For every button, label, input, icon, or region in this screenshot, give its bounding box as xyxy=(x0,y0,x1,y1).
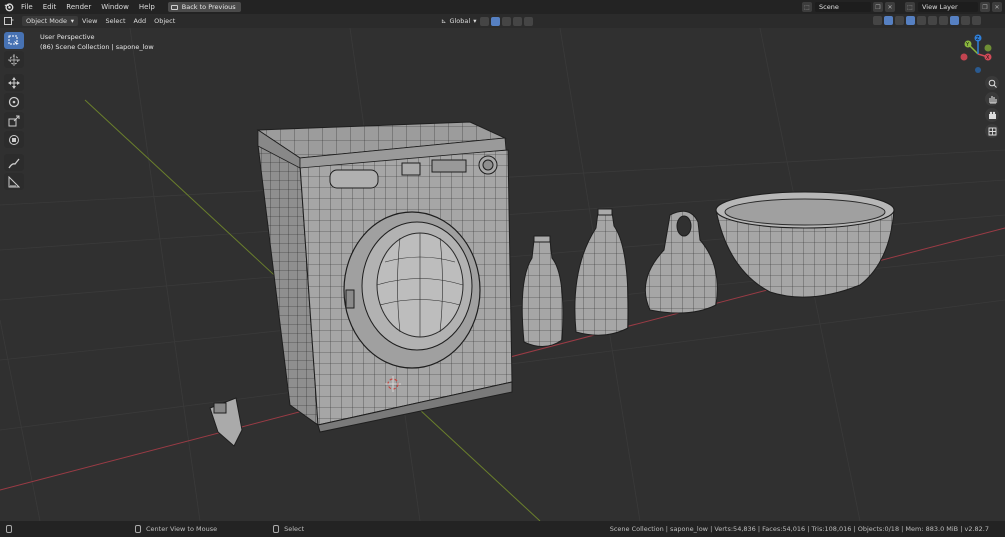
menu-edit[interactable]: Edit xyxy=(38,0,62,14)
scene-selector: ⬚ Scene ❐ ✕ xyxy=(800,2,895,12)
solid-shading-icon[interactable] xyxy=(950,16,959,25)
camera-object[interactable] xyxy=(209,397,243,447)
snap-toggle-icon[interactable] xyxy=(491,16,501,26)
move-icon xyxy=(8,76,20,89)
xray-icon[interactable] xyxy=(928,16,937,25)
viewport-canvas[interactable] xyxy=(0,28,1005,521)
annotate-tool[interactable] xyxy=(4,154,24,171)
overlay-menu-icon[interactable] xyxy=(917,16,926,25)
visibility-icon[interactable] xyxy=(873,16,882,25)
zoom-button[interactable] xyxy=(985,76,999,90)
menu-select[interactable]: Select xyxy=(101,16,129,26)
view-layer-name-field[interactable]: View Layer xyxy=(918,2,978,12)
camera-icon xyxy=(988,111,996,119)
basin-mesh[interactable] xyxy=(715,191,895,298)
back-to-previous-button[interactable]: Back to Previous xyxy=(167,2,241,12)
center-view-hint: Center View to Mouse xyxy=(146,525,218,533)
overlay-toggle-icon[interactable] xyxy=(906,16,915,25)
cursor-icon xyxy=(8,53,20,66)
menu-file[interactable]: File xyxy=(16,0,38,14)
select-box-tool[interactable] xyxy=(4,32,24,49)
mouse-middle-icon xyxy=(135,525,141,533)
proportional-edit-icon[interactable] xyxy=(513,16,523,26)
transform-icon xyxy=(9,134,19,145)
neg-x-handle[interactable] xyxy=(960,53,968,61)
menu-window[interactable]: Window xyxy=(96,0,134,14)
detergent-jug-mesh[interactable] xyxy=(574,208,629,336)
measure-icon xyxy=(8,175,20,187)
chevron-down-icon: ▾ xyxy=(473,17,477,25)
zoom-icon xyxy=(988,79,997,88)
scale-tool[interactable] xyxy=(4,112,24,129)
menu-view[interactable]: View xyxy=(78,16,101,26)
material-shading-icon[interactable] xyxy=(961,16,970,25)
z-axis-label: Z xyxy=(976,36,980,42)
rendered-shading-icon[interactable] xyxy=(972,16,981,25)
editor-type-icon xyxy=(4,17,14,25)
cursor-tool[interactable] xyxy=(4,51,24,68)
blender-logo-icon[interactable] xyxy=(2,0,16,14)
snap-target-icon[interactable] xyxy=(502,16,512,26)
collection-label: (86) Scene Collection | sapone_low xyxy=(40,43,154,51)
neg-y-handle[interactable] xyxy=(984,44,992,52)
menu-help[interactable]: Help xyxy=(134,0,160,14)
falloff-icon[interactable] xyxy=(524,16,534,26)
viewport-header: Object Mode ▾ View Select Add Object ⊾ G… xyxy=(0,14,1005,28)
orientation-dropdown[interactable]: ⊾ Global ▾ xyxy=(438,16,479,26)
scene-remove-icon[interactable]: ✕ xyxy=(885,2,895,12)
mouse-left-icon xyxy=(273,525,280,533)
screen-icon xyxy=(170,4,178,10)
navigation-gizmo[interactable]: Z Y X xyxy=(950,30,1002,78)
shading-controls xyxy=(872,16,982,25)
orientation-icon: ⊾ xyxy=(441,17,447,25)
scale-icon xyxy=(8,115,20,126)
pan-button[interactable] xyxy=(985,92,999,106)
view-layer-selector: ⬚ View Layer ❐ ✕ xyxy=(903,2,1002,12)
hand-pan-icon xyxy=(988,95,997,104)
move-tool[interactable] xyxy=(4,74,24,91)
scene-name-field[interactable]: Scene xyxy=(815,2,871,12)
status-bar: Center View to Mouse Select Scene Collec… xyxy=(0,521,1005,537)
scene-icon[interactable]: ⬚ xyxy=(802,2,812,12)
menu-object[interactable]: Object xyxy=(150,16,179,26)
measure-tool[interactable] xyxy=(4,173,24,190)
view-layer-icon[interactable]: ⬚ xyxy=(905,2,915,12)
softener-bottle-mesh[interactable] xyxy=(644,210,718,314)
washing-machine-mesh[interactable] xyxy=(256,121,513,433)
editor-type-button[interactable] xyxy=(0,16,18,26)
ortho-toggle-button[interactable] xyxy=(985,124,999,138)
object-mode-dropdown[interactable]: Object Mode ▾ xyxy=(22,16,78,26)
transform-controls: ⊾ Global ▾ xyxy=(438,16,534,26)
x-axis-label: X xyxy=(986,55,990,61)
view-layer-remove-icon[interactable]: ✕ xyxy=(992,2,1002,12)
gizmo-toggle-icon[interactable] xyxy=(884,16,893,25)
perspective-label: User Perspective xyxy=(40,33,95,41)
rotate-tool[interactable] xyxy=(4,93,24,110)
scene-duplicate-icon[interactable]: ❐ xyxy=(873,2,883,12)
left-toolbar xyxy=(4,32,25,192)
grid-icon xyxy=(988,127,996,135)
transform-tool[interactable] xyxy=(4,131,24,148)
mouse-icon xyxy=(6,525,12,533)
neg-z-handle[interactable] xyxy=(975,67,981,73)
select-box-icon xyxy=(8,35,19,46)
pivot-icon[interactable] xyxy=(480,16,490,26)
select-hint: Select xyxy=(284,525,305,533)
gizmo-menu-icon[interactable] xyxy=(895,16,904,25)
view-layer-duplicate-icon[interactable]: ❐ xyxy=(980,2,990,12)
back-to-previous-label: Back to Previous xyxy=(181,3,236,11)
annotate-icon xyxy=(8,158,20,168)
top-menu-bar: File Edit Render Window Help Back to Pre… xyxy=(0,0,1005,14)
chevron-down-icon: ▾ xyxy=(70,17,74,25)
rotate-icon xyxy=(8,96,20,107)
menu-render[interactable]: Render xyxy=(61,0,96,14)
menu-add[interactable]: Add xyxy=(130,16,151,26)
orientation-label: Global xyxy=(449,17,471,25)
wireframe-shading-icon[interactable] xyxy=(939,16,948,25)
camera-view-button[interactable] xyxy=(985,108,999,122)
object-mode-label: Object Mode xyxy=(26,17,67,25)
scene-statistics: Scene Collection | sapone_low | Verts:54… xyxy=(609,525,989,533)
